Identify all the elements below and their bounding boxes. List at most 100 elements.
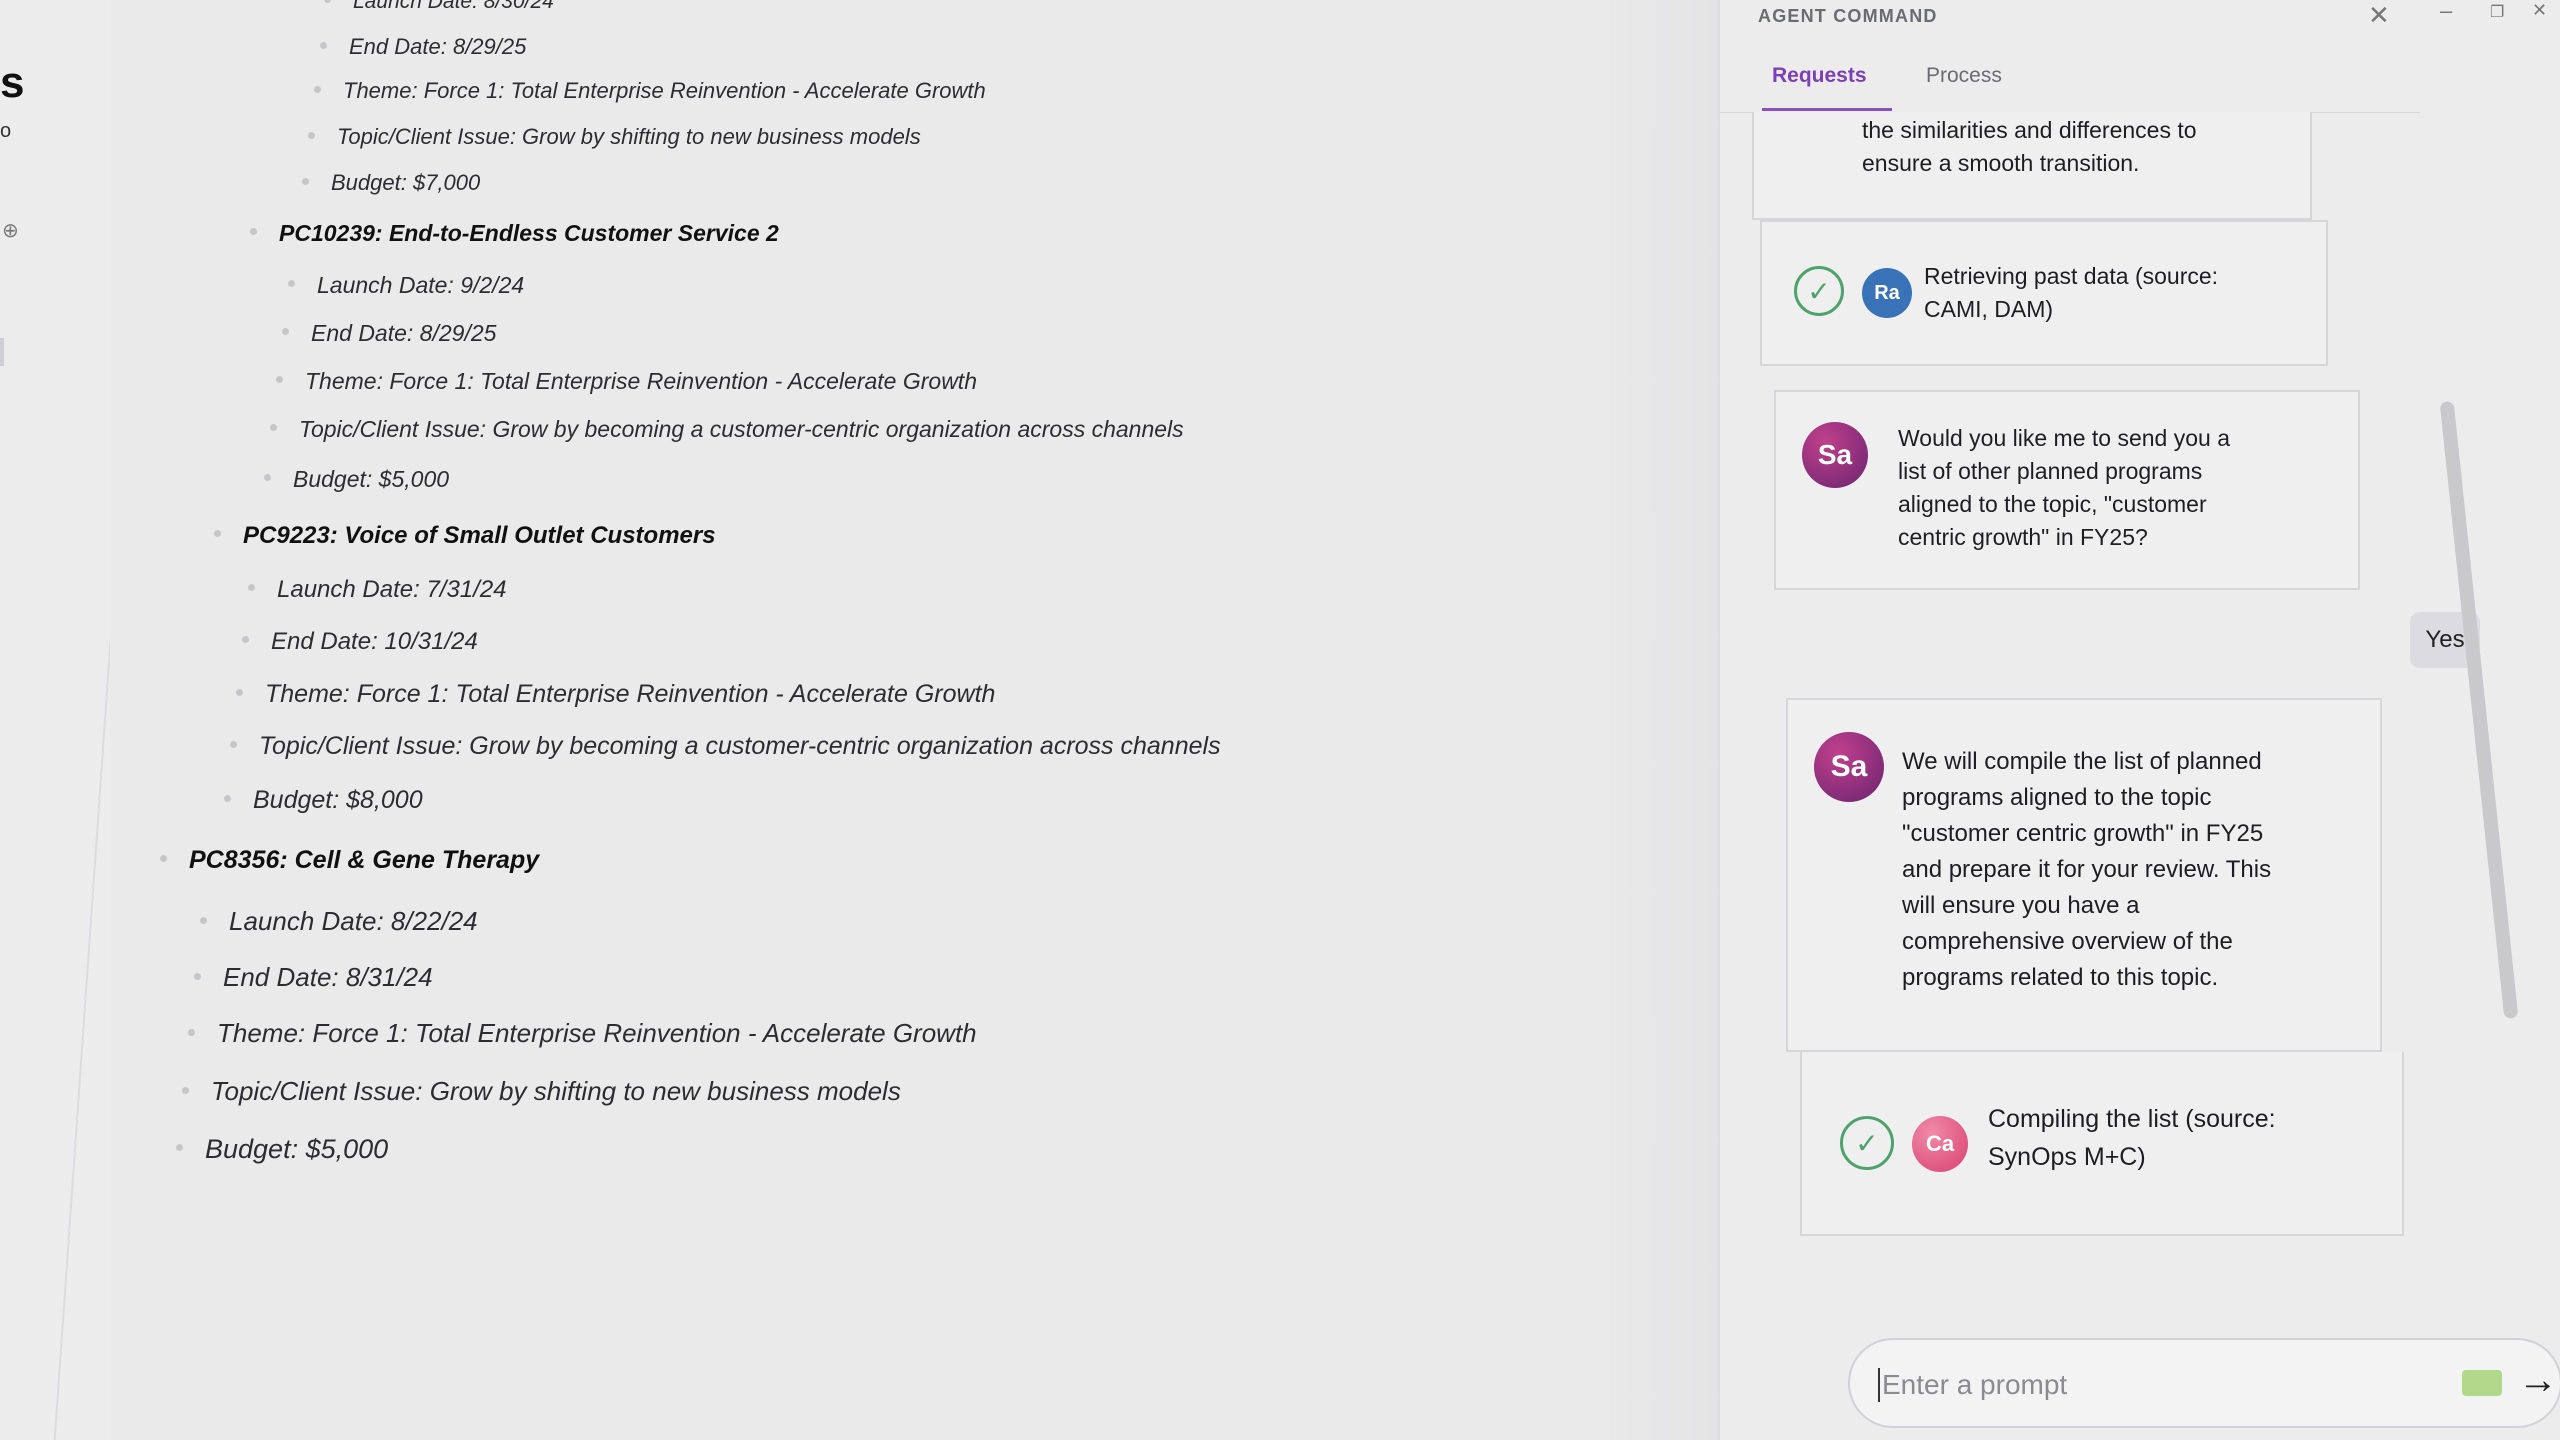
message-line: "customer centric growth" in FY25 <box>1902 820 2264 847</box>
bullet-icon <box>320 41 327 49</box>
status-card: ✓ Ca Compiling the list (source: SynOps … <box>1800 1052 2404 1236</box>
bullet-icon <box>236 688 243 696</box>
program-detail: Budget: $8,000 <box>224 786 423 815</box>
bullet-icon <box>276 376 283 384</box>
program-detail: Theme: Force 1: Total Enterprise Reinven… <box>188 1018 977 1049</box>
status-line: SynOps M+C) <box>1988 1143 2146 1171</box>
row-text: Budget: $8,000 <box>253 786 423 814</box>
panel-title: AGENT COMMAND <box>1758 6 1938 26</box>
bullet-icon <box>250 228 257 236</box>
bullet-icon <box>242 636 249 644</box>
status-line: CAMI, DAM) <box>1924 296 2054 322</box>
avatar-sa: Sa <box>1814 732 1884 802</box>
program-detail: Topic/Client Issue: Grow by shifting to … <box>182 1076 901 1107</box>
row-text: Topic/Client Issue: Grow by becoming a c… <box>259 732 1221 760</box>
bullet-icon <box>308 131 315 139</box>
message-line: and prepare it for your review. This <box>1902 856 2272 883</box>
message-text: the similarities and differences to ensu… <box>1862 114 2197 180</box>
row-text: Launch Date: 8/22/24 <box>229 906 478 936</box>
message-line: will ensure you have a <box>1902 892 2140 919</box>
bullet-icon <box>230 740 237 748</box>
program-detail: Budget: $5,000 <box>176 1134 388 1165</box>
program-detail: End Date: 8/29/25 <box>320 34 526 60</box>
bullet-icon <box>194 972 201 980</box>
bullet-icon <box>160 854 167 862</box>
status-line: Compiling the list (source: <box>1988 1105 2276 1133</box>
program-detail: Theme: Force 1: Total Enterprise Reinven… <box>236 680 995 709</box>
message-line: list of other planned programs <box>1898 458 2203 484</box>
bullet-icon <box>282 328 289 336</box>
message-line: the similarities and differences to <box>1862 117 2197 143</box>
bullet-icon <box>264 474 271 482</box>
bullet-icon <box>248 584 255 592</box>
bullet-icon <box>314 85 321 93</box>
program-detail: Topic/Client Issue: Grow by becoming a c… <box>230 732 1221 761</box>
row-text: PC8356: Cell & Gene Therapy <box>189 846 540 874</box>
program-heading: PC9223: Voice of Small Outlet Customers <box>214 522 716 550</box>
program-detail: Launch Date: 7/31/24 <box>248 576 507 604</box>
program-detail: Launch Date: 9/2/24 <box>288 272 524 299</box>
program-detail: Budget: $5,000 <box>264 466 449 493</box>
message-text: Would you like me to send you a list of … <box>1898 422 2230 554</box>
program-heading: PC10239: End-to-Endless Customer Service… <box>250 220 779 247</box>
bullet-icon <box>224 794 231 802</box>
bullet-icon <box>302 177 309 185</box>
program-detail: Topic/Client Issue: Grow by shifting to … <box>308 124 921 150</box>
status-line: Retrieving past data (source: <box>1924 263 2219 289</box>
left-edge-pane: s o ⊕ <box>0 0 157 1440</box>
bullet-icon <box>200 916 207 924</box>
row-text: End Date: 8/31/24 <box>223 962 433 992</box>
message-card: the similarities and differences to ensu… <box>1752 112 2312 220</box>
bullet-icon <box>324 0 331 3</box>
program-detail: Theme: Force 1: Total Enterprise Reinven… <box>314 78 986 104</box>
message-line: programs related to this topic. <box>1902 964 2219 991</box>
window-close-icon[interactable]: ✕ <box>2532 0 2547 21</box>
check-icon: ✓ <box>1794 266 1844 316</box>
send-arrow-icon[interactable]: → <box>2518 1358 2558 1403</box>
program-detail: Topic/Client Issue: Grow by becoming a c… <box>270 416 1184 443</box>
check-icon: ✓ <box>1840 1116 1894 1170</box>
bullet-icon <box>270 424 277 432</box>
message-line: We will compile the list of planned <box>1902 748 2262 775</box>
program-detail: End Date: 8/31/24 <box>194 962 433 993</box>
status-text: Compiling the list (source: SynOps M+C) <box>1988 1100 2276 1176</box>
row-text: PC10239: End-to-Endless Customer Service… <box>279 220 779 246</box>
document-pane: Launch Date: 8/30/24 End Date: 8/29/25 The… <box>110 0 1790 1440</box>
message-line: comprehensive overview of the <box>1902 928 2233 955</box>
prompt-input[interactable] <box>1880 1362 2444 1408</box>
row-text: End Date: 8/29/25 <box>311 320 497 346</box>
message-line: centric growth" in FY25? <box>1898 524 2148 550</box>
screen: s o ⊕ Launch Date: 8/30/24 End Date: 8/29… <box>0 0 2560 1440</box>
bullet-icon <box>288 280 295 288</box>
message-line: Would you like me to send you a <box>1898 425 2230 451</box>
row-text: Topic/Client Issue: Grow by becoming a c… <box>299 416 1184 442</box>
row-text: Topic/Client Issue: Grow by shifting to … <box>211 1076 901 1106</box>
row-text: Budget: $5,000 <box>293 466 450 492</box>
message-line: aligned to the topic, "customer <box>1898 491 2207 517</box>
tab-requests[interactable]: Requests <box>1772 64 1867 88</box>
program-detail: End Date: 8/29/25 <box>282 320 496 347</box>
row-text: End Date: 8/29/25 <box>349 34 527 59</box>
bullet-icon <box>214 530 221 538</box>
restore-icon[interactable]: ❐ <box>2490 2 2504 22</box>
avatar-sa: Sa <box>1802 422 1868 488</box>
cut-off-heading: s <box>0 58 25 107</box>
minimize-icon[interactable]: – <box>2440 0 2452 24</box>
edge-marker <box>0 338 4 366</box>
avatar-ca: Ca <box>1912 1116 1968 1172</box>
message-line: ensure a smooth transition. <box>1862 150 2140 176</box>
row-text: Topic/Client Issue: Grow by shifting to … <box>337 124 921 149</box>
row-text: Launch Date: 8/30/24 <box>353 0 554 13</box>
tab-process[interactable]: Process <box>1926 64 2002 88</box>
bullet-icon <box>188 1028 195 1036</box>
avatar-ra: Ra <box>1862 268 1912 318</box>
row-text: Theme: Force 1: Total Enterprise Reinven… <box>217 1018 977 1048</box>
row-text: Launch Date: 7/31/24 <box>277 576 507 603</box>
status-text: Retrieving past data (source: CAMI, DAM) <box>1924 260 2218 326</box>
nvidia-logo-icon <box>2462 1370 2502 1396</box>
add-icon[interactable]: ⊕ <box>2 218 19 243</box>
panel-close-icon[interactable]: ✕ <box>2368 0 2390 31</box>
panel-scrollbar[interactable] <box>2439 400 2519 1020</box>
program-heading: PC8356: Cell & Gene Therapy <box>160 846 539 875</box>
program-detail: Budget: $7,000 <box>302 170 480 196</box>
